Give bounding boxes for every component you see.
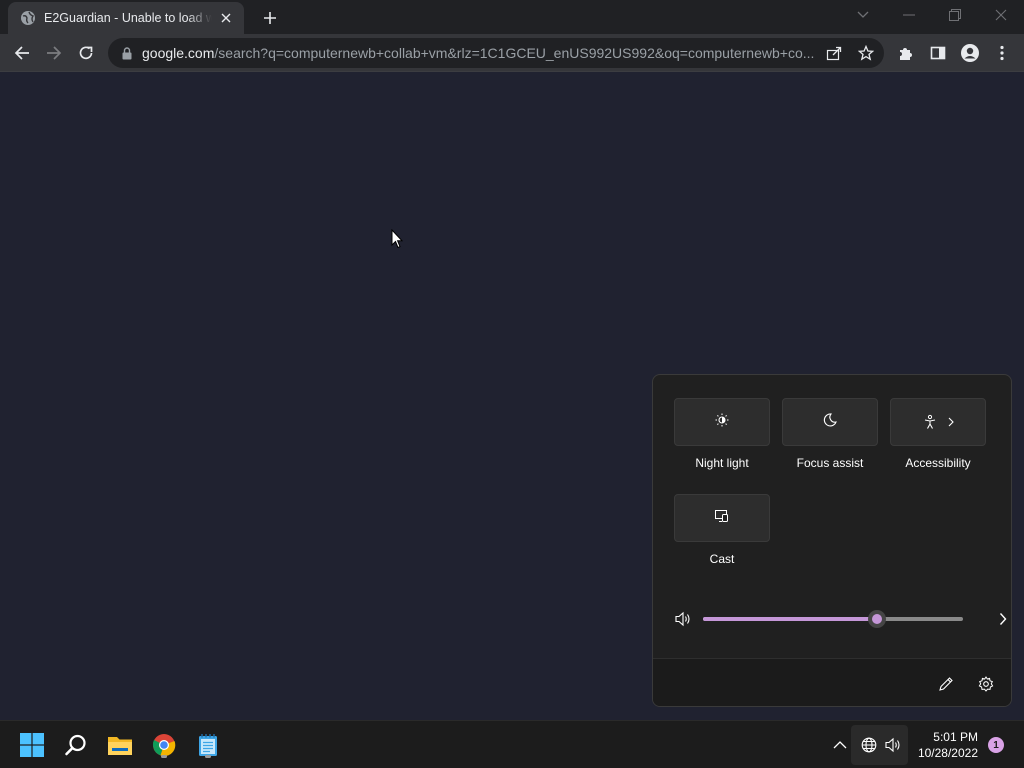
file-explorer-icon[interactable] (104, 729, 136, 761)
side-panel-button[interactable] (922, 37, 954, 69)
forward-button[interactable] (38, 37, 70, 69)
volume-slider-thumb[interactable] (868, 610, 887, 628)
accessibility-label: Accessibility (905, 456, 971, 470)
url-text[interactable]: google.com/search?q=computernewb+collab+… (142, 45, 814, 61)
focus-assist-label: Focus assist (796, 456, 864, 470)
url-path: /search?q=computernewb+collab+vm&rlz=1C1… (214, 45, 814, 61)
speaker-icon[interactable] (673, 609, 693, 629)
minimize-button[interactable] (886, 0, 932, 30)
profile-avatar[interactable] (954, 37, 986, 69)
address-bar[interactable]: google.com/search?q=computernewb+collab+… (108, 38, 884, 68)
running-indicator (161, 755, 167, 758)
extensions-button[interactable] (890, 37, 922, 69)
bookmark-star-icon[interactable] (856, 43, 876, 63)
cast-label: Cast (709, 552, 735, 566)
more-menu-icon[interactable] (986, 37, 1018, 69)
search-icon[interactable] (60, 729, 92, 761)
audio-output-chevron-icon[interactable] (993, 609, 1011, 629)
chrome-icon[interactable] (148, 729, 180, 761)
pencil-icon[interactable] (935, 673, 957, 695)
tab-search-button[interactable] (840, 0, 886, 30)
browser-toolbar: google.com/search?q=computernewb+collab+… (0, 34, 1024, 72)
volume-slider[interactable] (703, 610, 963, 628)
clock-date: 10/28/2022 (917, 746, 978, 760)
accessibility-icon (922, 414, 954, 430)
lock-icon[interactable] (120, 46, 134, 60)
running-indicator (205, 755, 211, 758)
notepad-icon[interactable] (192, 729, 224, 761)
close-window-button[interactable] (978, 0, 1024, 30)
restore-button[interactable] (932, 0, 978, 30)
speaker-icon (883, 735, 903, 755)
cast-icon (714, 508, 730, 529)
chevron-right-icon (948, 417, 954, 427)
browser-titlebar: E2Guardian - Unable to load webpage (0, 0, 1024, 34)
clock[interactable]: 5:01 PM 10/28/2022 (910, 729, 978, 761)
cast-toggle[interactable] (674, 494, 770, 542)
globe-icon (20, 10, 36, 26)
accessibility-toggle[interactable] (890, 398, 986, 446)
back-button[interactable] (6, 37, 38, 69)
notification-badge[interactable]: 1 (988, 737, 1004, 753)
close-tab-icon[interactable] (218, 10, 234, 26)
reload-button[interactable] (70, 37, 102, 69)
taskbar: 5:01 PM 10/28/2022 1 (0, 720, 1024, 768)
browser-tab[interactable]: E2Guardian - Unable to load webpage (8, 2, 244, 34)
tab-title: E2Guardian - Unable to load webpage (44, 11, 212, 25)
quick-settings-tray-button[interactable] (851, 725, 908, 765)
night-light-label: Night light (695, 456, 749, 470)
moon-icon (822, 412, 838, 433)
url-host: google.com (142, 45, 215, 61)
focus-assist-toggle[interactable] (782, 398, 878, 446)
windows-start-icon[interactable] (16, 729, 48, 761)
night-light-icon (714, 412, 730, 433)
night-light-toggle[interactable] (674, 398, 770, 446)
globe-network-icon (859, 735, 879, 755)
volume-row (673, 607, 1007, 631)
new-tab-button[interactable] (258, 6, 282, 30)
gear-icon[interactable] (975, 673, 997, 695)
volume-slider-fill (703, 617, 878, 621)
mouse-pointer-icon (391, 228, 404, 254)
quick-settings-panel: Night light Focus assist Accessibility C… (652, 374, 1012, 707)
share-icon[interactable] (824, 43, 844, 63)
clock-time: 5:01 PM (933, 730, 978, 744)
quick-settings-footer (653, 658, 1011, 706)
